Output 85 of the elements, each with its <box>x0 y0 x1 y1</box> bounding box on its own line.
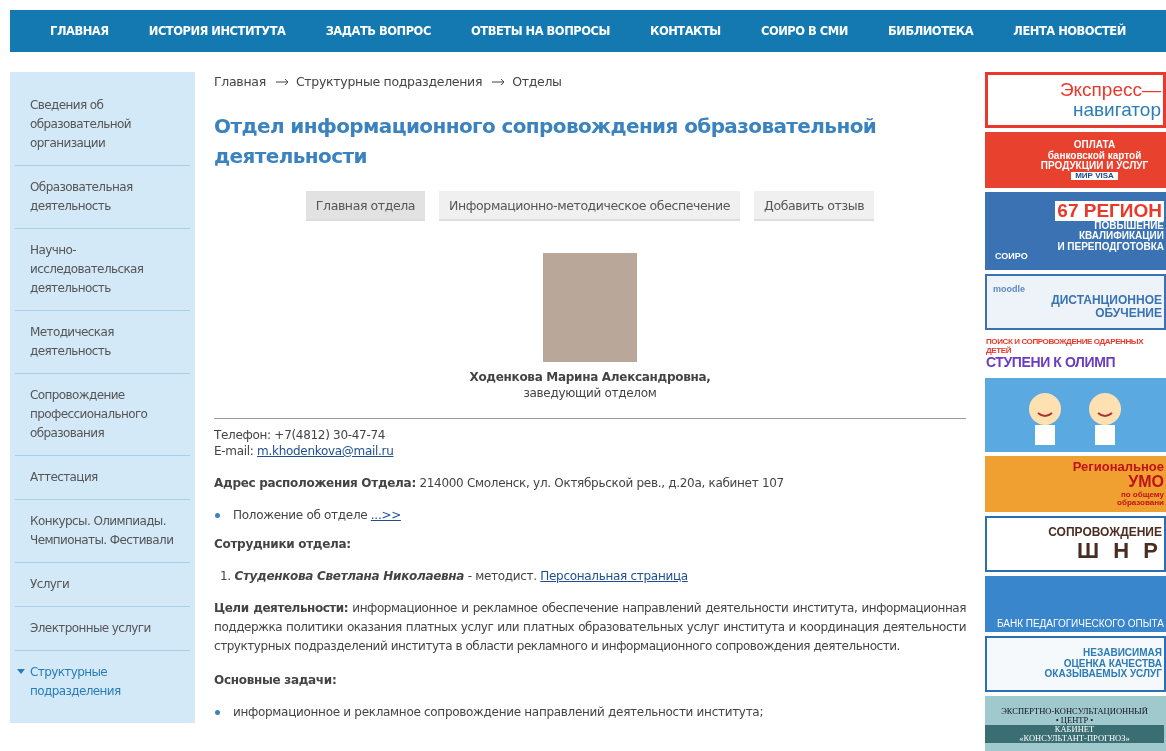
goals-paragraph: Цели деятельности: информационное и рекламное обеспечение направлений деятельности института, информационная поддержка политики оказания платных услуг или платных образовательных услуг института и координация деятельности структурных подразделений института в области рекламного и информационного сопровождения деятельности. <box>214 600 966 655</box>
breadcrumb-link[interactable]: Главная <box>214 74 266 89</box>
bullet-icon <box>215 709 220 715</box>
banner-text: КВАЛИФИКАЦИИ <box>1078 231 1164 242</box>
staff-name: Студенкова Светлана Николаевна <box>234 569 465 583</box>
banner-text: ПОВЫШЕНИЕ <box>1094 220 1164 231</box>
arrow-icon <box>275 77 290 86</box>
banner[interactable] <box>985 378 1166 452</box>
banner-text: навигатор <box>1072 100 1161 120</box>
banner[interactable]: ЭКСПЕРТНО-КОНСУЛЬТАЦИОННЫЙ • ЦЕНТР • КАБИНЕТ «КОНСУЛЬТАНТ-ПРОГНОЗ» <box>985 696 1166 751</box>
arrow-icon <box>492 77 507 86</box>
task-text: информационное и рекламное сопровождение направлений деятельности института; <box>233 705 764 719</box>
banner-text: 67 РЕГИОН <box>1055 200 1164 221</box>
nav-link[interactable]: ОТВЕТЫ НА ВОПРОСЫ <box>471 24 610 38</box>
nav-link[interactable]: СОИРО В СМИ <box>761 24 848 38</box>
banner-text: ОБУЧЕНИЕ <box>1095 306 1162 320</box>
tab[interactable]: Добавить отзыв <box>754 191 875 221</box>
breadcrumb-link[interactable]: Отделы <box>512 74 562 89</box>
email-label: E-mail: <box>214 444 254 458</box>
banner[interactable]: ОПЛАТА банковской картой ПРОДУКЦИИ И УСЛУГ МИР VISA <box>985 132 1166 188</box>
banner-text: • ЦЕНТР • <box>1055 716 1094 725</box>
banner-text: СОИРО <box>994 252 1028 262</box>
nav-link[interactable]: ГЛАВНАЯ <box>50 24 109 38</box>
banner-text: ДИСТАНЦИОННОЕ <box>1051 294 1162 307</box>
banner-text: ОЦЕНКА КАЧЕСТВА <box>1063 658 1162 670</box>
page-title: Отдел информационного сопровождения образовательной деятельности <box>214 113 878 170</box>
banner-text: БАНК ПЕДАГОГИЧЕСКОГО ОПЫТА <box>996 618 1164 629</box>
sidebar-item[interactable]: Сопровождение профессионального образования <box>15 374 190 456</box>
nav-link[interactable]: КОНТАКТЫ <box>650 24 721 38</box>
sidebar-item[interactable]: Электронные услуги <box>15 607 190 651</box>
banner-text: ЭКСПЕРТНО-КОНСУЛЬТАЦИОННЫЙ <box>1001 707 1148 717</box>
nav-link[interactable]: ЗАДАТЬ ВОПРОС <box>325 24 431 38</box>
tasks-heading: Основные задачи: <box>214 672 338 689</box>
breadcrumb-link[interactable]: Структурные подразделения <box>295 74 483 89</box>
banner-text: НЕЗАВИСИМАЯ <box>1083 648 1162 659</box>
banner[interactable]: СОПРОВОЖДЕНИЕ Ш Н Р <box>985 516 1166 572</box>
sidebar-item[interactable]: Методическая деятельность <box>15 311 190 374</box>
banner[interactable]: НЕЗАВИСИМАЯ ОЦЕНКА КАЧЕСТВА ОКАЗЫВАЕМЫХ УСЛУГ <box>985 636 1166 692</box>
banner-text: по общему <box>1120 490 1164 499</box>
banner[interactable]: moodle ДИСТАНЦИОННОЕ ОБУЧЕНИЕ <box>985 274 1166 330</box>
banner-text: СТУПЕНИ К ОЛИМП <box>986 355 1116 370</box>
person-name: Ходенкова Марина Александровна, <box>469 370 711 384</box>
banner-text: СОПРОВОЖДЕНИЕ <box>1048 526 1162 539</box>
banner[interactable]: Экспресс— навигатор <box>985 72 1166 128</box>
banner-text: Региональное <box>1072 460 1164 475</box>
banner-text: образовани <box>1117 499 1164 508</box>
sidebar-item[interactable]: Сведения об образовательной организации <box>15 84 190 166</box>
regulation-text: Положение об отделе <box>233 508 368 522</box>
banner-text: КАБИНЕТ <box>985 725 1164 734</box>
email-link[interactable]: m.khodenkova@mail.ru <box>257 444 394 458</box>
tab[interactable]: Информационно-методическое обеспечение <box>439 191 741 221</box>
banner-text: И ПЕРЕПОДГОТОВКА <box>1057 241 1164 252</box>
sidebar-item[interactable]: Образовательная деятельность <box>15 166 190 229</box>
staff-role: - методист. <box>467 569 537 583</box>
phone-text: Телефон: +7(4812) 30-47-74 <box>214 427 387 443</box>
sidebar-item[interactable]: Структурные подразделения <box>15 651 190 713</box>
banner-text: УМО <box>1128 474 1164 491</box>
banner-text: moodle <box>992 284 1025 295</box>
list-number: 1. <box>220 569 231 583</box>
staff-heading: Сотрудники отдела: <box>214 536 352 553</box>
sidebar-item[interactable]: Конкурсы. Олимпиады. Чемпионаты. Фестивали <box>15 500 190 563</box>
banner-text: ОПЛАТА <box>1073 140 1116 151</box>
address-text: Адрес расположения Отдела: 214000 Смоленск, ул. Октябрьской рев., д.20а, кабинет 107 <box>214 475 785 492</box>
caret-icon <box>17 669 25 674</box>
banner-text: ПОИСК И СОПРОВОЖДЕНИЕ ОДАРЕННЫХ ДЕТЕЙ <box>986 338 1145 356</box>
bullet-icon <box>215 512 220 518</box>
banner[interactable]: БАНК ПЕДАГОГИЧЕСКОГО ОПЫТА <box>985 576 1166 632</box>
banner-text: Ш Н Р <box>1077 538 1162 562</box>
sidebar-item[interactable]: Услуги <box>15 563 190 607</box>
banner-text: МИР VISA <box>1071 171 1118 180</box>
tab[interactable]: Главная отдела <box>305 191 426 221</box>
nav-link[interactable]: БИБЛИОТЕКА <box>888 24 974 38</box>
sidebar-item[interactable]: Аттестация <box>15 456 190 500</box>
banner[interactable]: 67 РЕГИОН ПОВЫШЕНИЕ КВАЛИФИКАЦИИ И ПЕРЕПОДГОТОВКА СОИРО <box>985 192 1166 270</box>
personal-page-link[interactable]: Персональная страница <box>540 569 688 583</box>
banner-text: «КОНСУЛЬТАНТ-ПРОГНОЗ» <box>985 733 1164 743</box>
banner-text: Экспресс— <box>1059 80 1161 100</box>
banner-text: ОКАЗЫВАЕМЫХ УСЛУГ <box>1044 669 1162 680</box>
sidebar-item[interactable]: Научно-исследовательская деятельность <box>15 229 190 311</box>
banner-text: ПРОДУКЦИИ И УСЛУГ <box>1040 161 1149 172</box>
regulation-link[interactable]: ...>> <box>370 508 401 522</box>
nav-link[interactable]: ЛЕНТА НОВОСТЕЙ <box>1013 24 1126 38</box>
banner-text: банковской картой <box>1047 150 1142 162</box>
nav-link[interactable]: ИСТОРИЯ ИНСТИТУТА <box>148 24 286 38</box>
person-position: заведующий отделом <box>523 386 657 400</box>
